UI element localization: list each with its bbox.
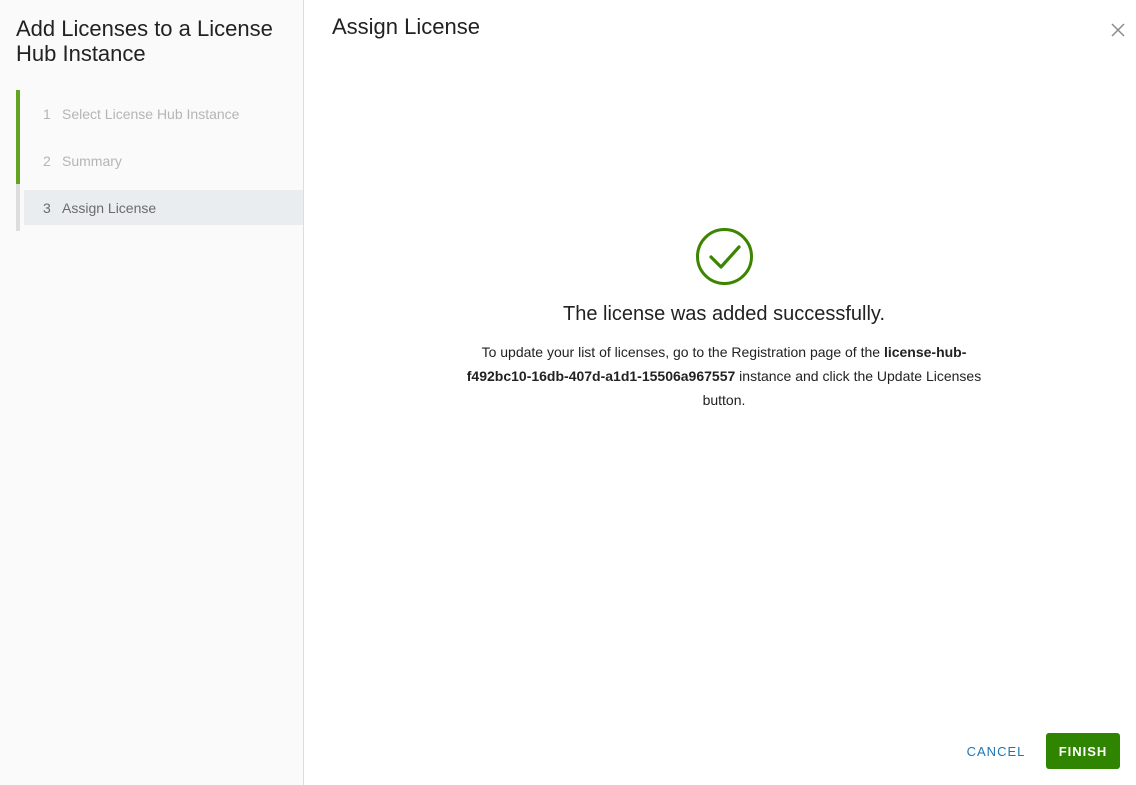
finish-button[interactable]: FINISH [1046,733,1120,769]
step-summary[interactable]: 2 Summary [16,137,303,184]
page-title: Assign License [332,14,480,39]
step-label: Assign License [62,199,157,216]
close-icon[interactable] [1109,21,1127,39]
wizard-steps: 1 Select License Hub Instance 2 Summary … [16,90,303,231]
step-select-license-hub-instance[interactable]: 1 Select License Hub Instance [16,90,303,137]
message-suffix: instance and click the Update Licenses b… [702,368,982,408]
wizard-content: Assign License The license was added suc… [305,0,1136,785]
cancel-button[interactable]: CANCEL [957,733,1035,769]
success-panel: The license was added successfully. To u… [305,227,1136,412]
step-number: 3 [43,199,51,216]
step-label: Summary [62,152,122,169]
wizard-sidebar: Add Licenses to a License Hub Instance 1… [0,0,304,785]
step-number: 2 [43,152,51,169]
wizard-title: Add Licenses to a License Hub Instance [16,16,273,66]
step-number: 1 [43,105,51,122]
step-label: Select License Hub Instance [62,105,240,122]
step-assign-license[interactable]: 3 Assign License [16,184,303,231]
success-heading: The license was added successfully. [562,303,885,325]
wizard-footer: CANCEL FINISH [305,733,1136,769]
message-prefix: To update your list of licenses, go to t… [481,344,884,360]
success-message: To update your list of licenses, go to t… [464,340,984,412]
check-circle-icon [695,227,754,286]
